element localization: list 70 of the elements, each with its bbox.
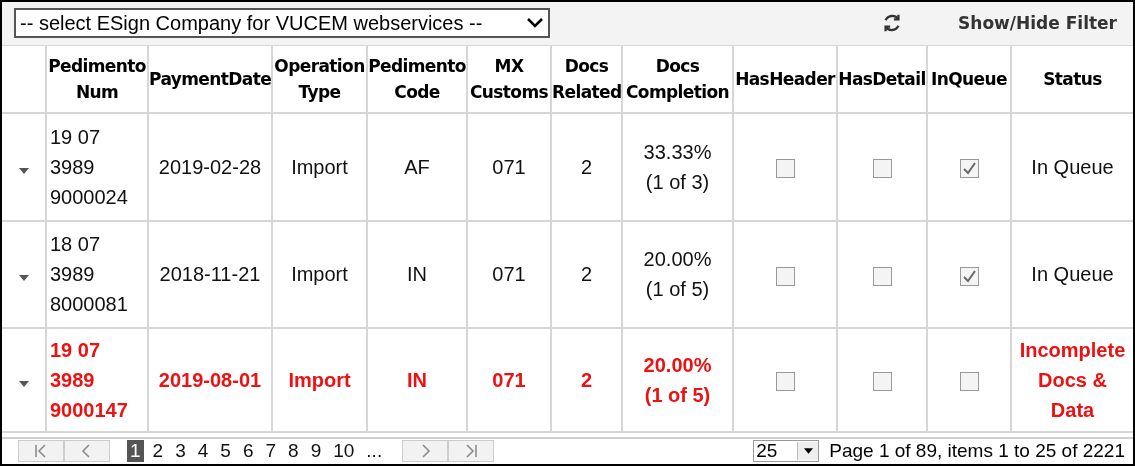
page-size-select[interactable]: 25 xyxy=(753,440,820,463)
checkbox[interactable] xyxy=(959,372,979,392)
table-cell-text: AF xyxy=(404,154,430,180)
next-page-button[interactable] xyxy=(402,440,449,463)
table-cell-text: 071 xyxy=(492,262,526,288)
table-cell-text: 2 xyxy=(580,262,593,288)
checkbox[interactable] xyxy=(775,159,795,179)
table-cell-text: Import xyxy=(291,262,348,288)
table-cell-text: 2 xyxy=(580,154,593,180)
page-link[interactable]: 3 xyxy=(172,440,189,463)
checkbox[interactable] xyxy=(959,159,979,179)
table-cell-text: 19 07 3989 9000147 xyxy=(50,337,129,423)
table-cell-text: 071 xyxy=(492,367,526,393)
page-link[interactable]: 2 xyxy=(149,440,167,463)
column-header: Operation Type xyxy=(272,45,367,113)
column-header: Pedimento Num xyxy=(46,45,148,113)
column-header: Pedimento Code xyxy=(367,45,467,113)
page-link[interactable]: 10 xyxy=(330,440,358,463)
page-link[interactable]: 1 xyxy=(127,440,144,463)
table-cell-text: 20.00% (1 of 5) xyxy=(642,352,713,408)
page-link[interactable]: 7 xyxy=(262,440,280,463)
chevron-down-icon xyxy=(526,17,544,30)
table-cell-text: 2019-02-28 xyxy=(158,154,262,180)
pager-info: Page 1 of 89, items 1 to 25 of 2221 xyxy=(829,440,1125,463)
page-link[interactable]: 5 xyxy=(217,440,234,463)
caret-down-icon xyxy=(803,448,813,455)
checkbox[interactable] xyxy=(775,372,795,392)
table-cell-text: 2019-08-01 xyxy=(158,367,262,393)
show-hide-filter-button[interactable]: Show/Hide Filter xyxy=(958,13,1123,34)
table-cell-text: 071 xyxy=(492,154,526,180)
table-cell-text: 20.00% (1 of 5) xyxy=(642,247,713,303)
column-header: Docs Related xyxy=(551,45,622,113)
page-link[interactable]: 8 xyxy=(285,440,302,463)
last-page-icon xyxy=(463,443,480,460)
column-header: InQueue xyxy=(927,45,1011,113)
caret-down-icon[interactable] xyxy=(18,167,29,174)
caret-down-icon[interactable] xyxy=(18,275,29,282)
column-header: Status xyxy=(1011,45,1133,113)
table-cell-text: In Queue xyxy=(1031,154,1114,180)
column-header: HasHeader xyxy=(733,45,837,113)
column-header: MX Customs xyxy=(467,45,551,113)
table-cell-text: Import xyxy=(291,154,348,180)
checkbox[interactable] xyxy=(872,372,892,392)
column-header: PaymentDate xyxy=(148,45,272,113)
first-page-icon xyxy=(33,443,49,460)
table-cell-text: IN xyxy=(407,367,427,393)
checkbox[interactable] xyxy=(775,266,795,286)
page-link[interactable]: 4 xyxy=(194,440,212,463)
previous-page-button[interactable] xyxy=(64,440,110,463)
checkbox[interactable] xyxy=(872,266,892,286)
table-cell-text: Import xyxy=(288,367,351,393)
checkbox[interactable] xyxy=(872,159,892,179)
page-link[interactable]: 6 xyxy=(239,440,257,463)
column-header: HasDetail xyxy=(837,45,927,113)
table-cell-text: 2018-11-21 xyxy=(159,262,261,288)
table-cell-text: IN xyxy=(407,262,427,288)
table-cell-text: 18 07 3989 8000081 xyxy=(50,232,129,318)
page-link[interactable]: ... xyxy=(363,440,386,463)
table-cell-text: In Queue xyxy=(1031,262,1114,288)
table-cell-text: 19 07 3989 9000024 xyxy=(50,124,129,210)
last-page-button[interactable] xyxy=(448,440,495,463)
checkbox[interactable] xyxy=(959,266,979,286)
table-cell-text: 33.33% (1 of 3) xyxy=(642,139,713,195)
company-select[interactable]: -- select ESign Company for VUCEM webservices -- xyxy=(14,8,550,39)
table-cell-text: 2 xyxy=(580,367,593,393)
caret-down-icon[interactable] xyxy=(18,380,29,387)
first-page-button[interactable] xyxy=(18,440,64,463)
page-link[interactable]: 9 xyxy=(307,440,325,463)
table-cell-text: Incomplete Docs & Data xyxy=(1018,337,1127,423)
column-header: Docs Completion xyxy=(622,45,733,113)
